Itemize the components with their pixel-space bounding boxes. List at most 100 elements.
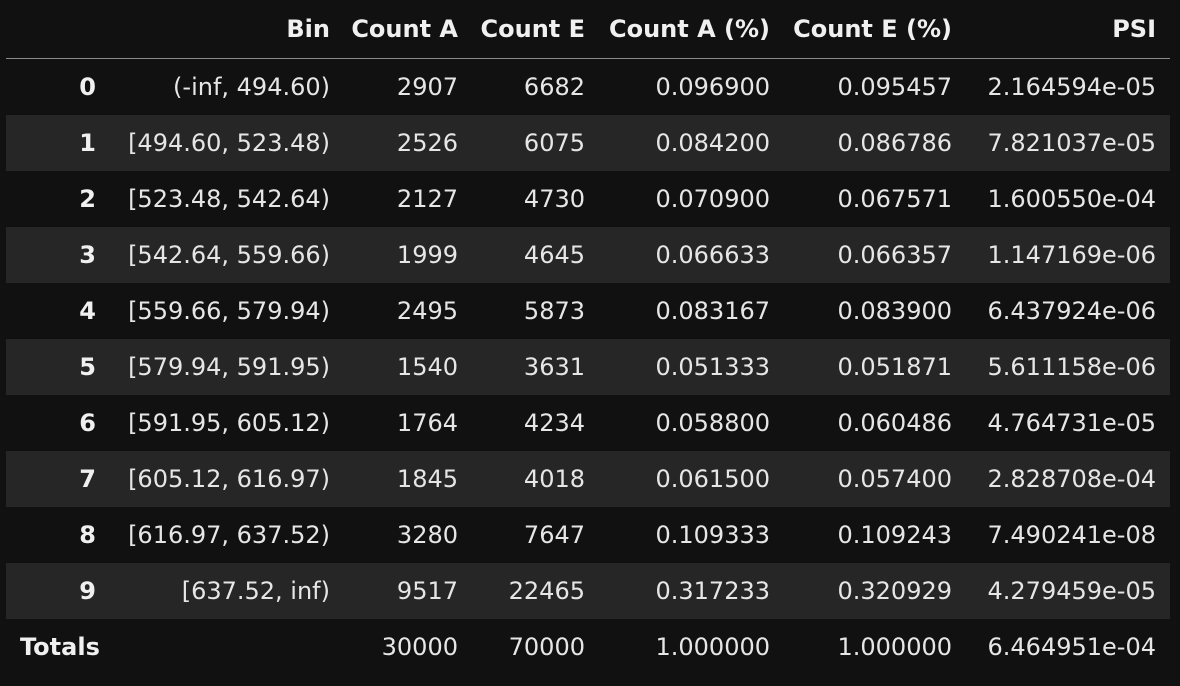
cell-count-a-pct: 0.317233	[655, 577, 770, 605]
cell-psi: 2.164594e-05	[987, 73, 1156, 101]
row-index: 2	[79, 185, 96, 213]
cell-count-a: 2907	[396, 73, 458, 101]
row-index: 9	[79, 577, 96, 605]
cell-psi: 1.600550e-04	[987, 185, 1156, 213]
cell-count-a-pct: 0.083167	[655, 297, 770, 325]
cell-count-e: 6075	[523, 129, 585, 157]
cell-count-a: 1540	[396, 353, 458, 381]
row-index: 5	[79, 353, 96, 381]
table-row: 8 [616.97, 637.52) 3280 7647 0.109333 0.10924…	[6, 507, 1170, 563]
row-index: 0	[79, 73, 96, 101]
cell-bin: [523.48, 542.64)	[128, 185, 330, 213]
cell-count-e: 3631	[523, 353, 585, 381]
cell-psi: 1.147169e-06	[987, 241, 1156, 269]
cell-count-a-pct: 0.058800	[655, 409, 770, 437]
row-index: 8	[79, 521, 96, 549]
cell-bin: [579.94, 591.95)	[128, 353, 330, 381]
header-index	[6, 0, 110, 59]
cell-count-a: 3280	[396, 521, 458, 549]
cell-count-e-pct: 0.095457	[837, 73, 952, 101]
header-row: Bin Count A Count E Count A (%) Count E …	[6, 0, 1170, 59]
cell-bin: [605.12, 616.97)	[128, 465, 330, 493]
totals-cell-count-a-pct: 1.000000	[655, 633, 770, 661]
header-psi: PSI	[966, 0, 1170, 59]
cell-count-a: 2526	[396, 129, 458, 157]
cell-count-a-pct: 0.084200	[655, 129, 770, 157]
row-index: 7	[79, 465, 96, 493]
cell-bin: [637.52, inf)	[181, 577, 330, 605]
cell-count-e-pct: 0.083900	[837, 297, 952, 325]
cell-psi: 4.764731e-05	[987, 409, 1156, 437]
table-row: 6 [591.95, 605.12) 1764 4234 0.058800 0.06048…	[6, 395, 1170, 451]
row-index: 4	[79, 297, 96, 325]
table-row: 7 [605.12, 616.97) 1845 4018 0.061500 0.05740…	[6, 451, 1170, 507]
cell-count-e-pct: 0.060486	[837, 409, 952, 437]
cell-count-e: 4234	[523, 409, 585, 437]
cell-count-e: 6682	[523, 73, 585, 101]
header-count-a: Count A	[344, 0, 472, 59]
cell-count-e-pct: 0.086786	[837, 129, 952, 157]
cell-count-e: 7647	[523, 521, 585, 549]
header-count-e: Count E	[472, 0, 599, 59]
cell-count-e-pct: 0.051871	[837, 353, 952, 381]
cell-count-a-pct: 0.096900	[655, 73, 770, 101]
row-index: 3	[79, 241, 96, 269]
table-row: 0 (-inf, 494.60) 2907 6682 0.096900 0.095457 2…	[6, 59, 1170, 116]
cell-count-e: 5873	[523, 297, 585, 325]
cell-count-e: 4730	[523, 185, 585, 213]
totals-label: Totals	[20, 633, 100, 661]
cell-count-e-pct: 0.067571	[837, 185, 952, 213]
cell-count-e-pct: 0.109243	[837, 521, 952, 549]
cell-count-a-pct: 0.066633	[655, 241, 770, 269]
header-count-e-pct: Count E (%)	[784, 0, 966, 59]
table-row: 1 [494.60, 523.48) 2526 6075 0.084200 0.08678…	[6, 115, 1170, 171]
cell-count-a: 1999	[396, 241, 458, 269]
totals-cell-bin	[110, 619, 344, 675]
cell-psi: 7.821037e-05	[987, 129, 1156, 157]
table-header: Bin Count A Count E Count A (%) Count E …	[6, 0, 1170, 59]
table-row: 2 [523.48, 542.64) 2127 4730 0.070900 0.06757…	[6, 171, 1170, 227]
cell-count-e: 4645	[523, 241, 585, 269]
cell-bin: (-inf, 494.60)	[173, 73, 330, 101]
cell-psi: 4.279459e-05	[987, 577, 1156, 605]
cell-count-a: 1764	[396, 409, 458, 437]
header-count-a-pct: Count A (%)	[599, 0, 784, 59]
cell-count-e-pct: 0.320929	[837, 577, 952, 605]
cell-count-a-pct: 0.061500	[655, 465, 770, 493]
header-bin: Bin	[110, 0, 344, 59]
row-index: 1	[79, 129, 96, 157]
totals-cell-count-a: 30000	[381, 633, 458, 661]
cell-psi: 6.437924e-06	[987, 297, 1156, 325]
row-index: 6	[79, 409, 96, 437]
cell-count-a-pct: 0.051333	[655, 353, 770, 381]
cell-bin: [616.97, 637.52)	[128, 521, 330, 549]
cell-count-a-pct: 0.070900	[655, 185, 770, 213]
cell-bin: [542.64, 559.66)	[128, 241, 330, 269]
cell-count-e-pct: 0.057400	[837, 465, 952, 493]
cell-count-a: 2127	[396, 185, 458, 213]
cell-count-e-pct: 0.066357	[837, 241, 952, 269]
cell-count-e: 4018	[523, 465, 585, 493]
table-row: 5 [579.94, 591.95) 1540 3631 0.051333 0.05187…	[6, 339, 1170, 395]
cell-count-a: 2495	[396, 297, 458, 325]
totals-row: Totals 30000 70000 1.000000 1.000000 6.464951…	[6, 619, 1170, 675]
table-row: 3 [542.64, 559.66) 1999 4645 0.066633 0.06635…	[6, 227, 1170, 283]
table-body: 0 (-inf, 494.60) 2907 6682 0.096900 0.095457 2…	[6, 59, 1170, 676]
cell-bin: [591.95, 605.12)	[128, 409, 330, 437]
table-row: 9 [637.52, inf) 9517 22465 0.317233 0.320929 4…	[6, 563, 1170, 619]
cell-psi: 2.828708e-04	[987, 465, 1156, 493]
totals-cell-psi: 6.464951e-04	[987, 633, 1156, 661]
cell-bin: [494.60, 523.48)	[128, 129, 330, 157]
cell-count-e: 22465	[508, 577, 585, 605]
cell-psi: 5.611158e-06	[987, 353, 1156, 381]
totals-cell-count-e-pct: 1.000000	[837, 633, 952, 661]
cell-count-a-pct: 0.109333	[655, 521, 770, 549]
cell-psi: 7.490241e-08	[987, 521, 1156, 549]
totals-cell-count-e: 70000	[508, 633, 585, 661]
psi-table-container: Bin Count A Count E Count A (%) Count E …	[6, 0, 1170, 675]
table-row: 4 [559.66, 579.94) 2495 5873 0.083167 0.08390…	[6, 283, 1170, 339]
cell-count-a: 9517	[396, 577, 458, 605]
cell-count-a: 1845	[396, 465, 458, 493]
psi-table: Bin Count A Count E Count A (%) Count E …	[6, 0, 1170, 675]
cell-bin: [559.66, 579.94)	[128, 297, 330, 325]
